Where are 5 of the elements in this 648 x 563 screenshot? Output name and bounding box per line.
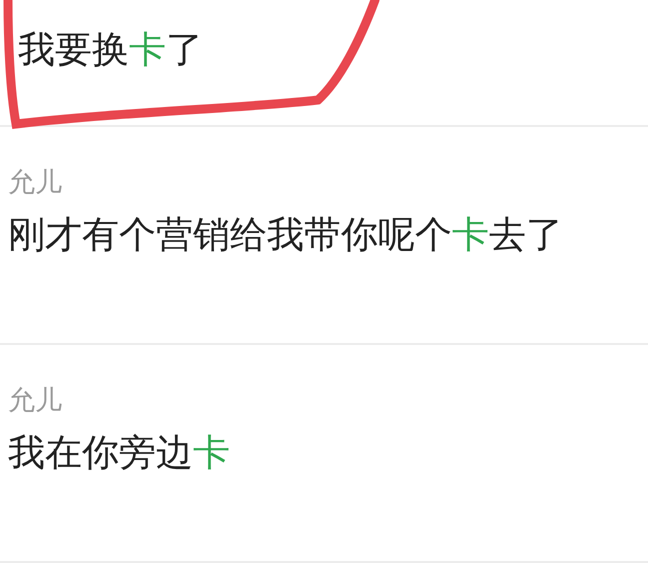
sender-name: 允儿	[8, 167, 62, 200]
sender-name: 允儿	[8, 385, 62, 418]
message-text[interactable]: 我在你旁边卡	[8, 431, 230, 476]
message-text[interactable]: 我要换卡了	[8, 28, 203, 72]
message-text[interactable]: 刚才有个营销给我带你呢个卡去了	[8, 213, 563, 258]
